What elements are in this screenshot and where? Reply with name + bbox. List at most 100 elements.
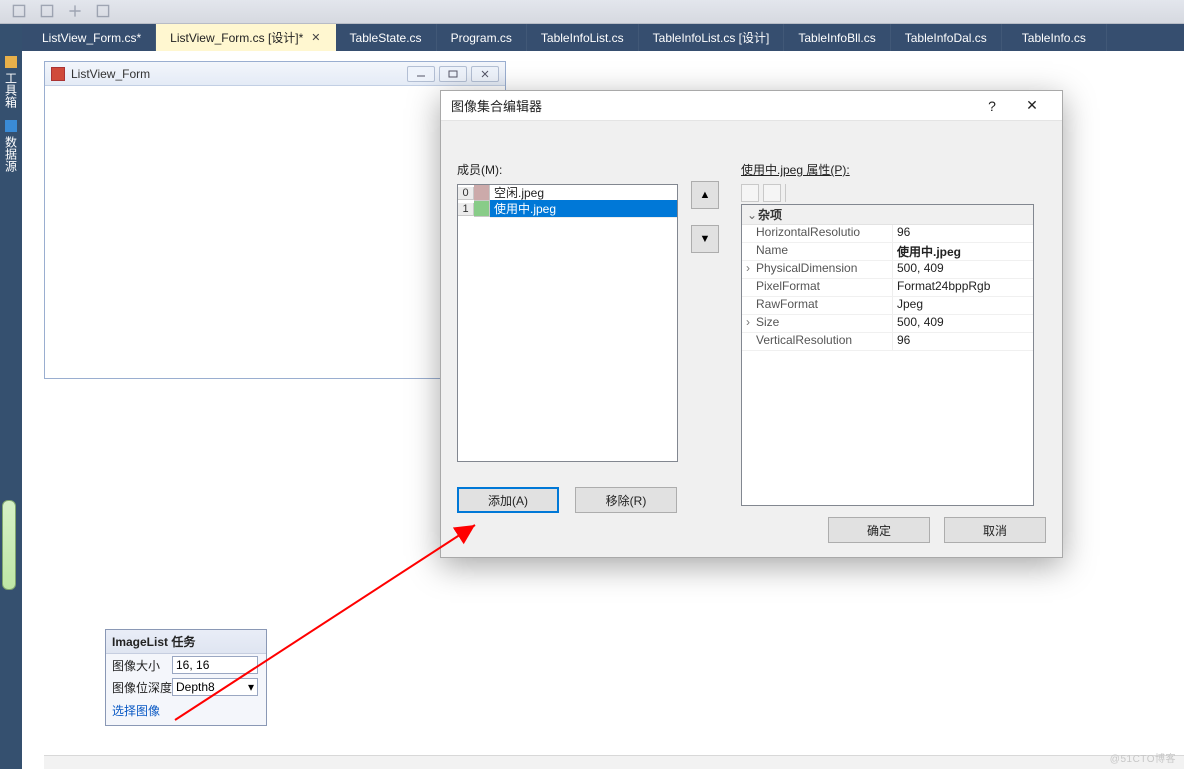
expand-icon (742, 333, 754, 350)
tool-icon (96, 4, 110, 18)
property-name: PixelFormat (754, 279, 892, 296)
add-button[interactable]: 添加(A) (457, 487, 559, 513)
button-label: 确定 (867, 522, 891, 539)
member-thumb-icon (474, 201, 490, 217)
combo-value: Depth8 (176, 680, 215, 694)
property-value[interactable]: 500, 409 (892, 261, 1033, 278)
members-panel: 成员(M): 0 空闲.jpeg 1 使用中.jpeg (457, 161, 678, 462)
chevron-up-icon: ▲ (700, 189, 711, 201)
members-label: 成员(M): (457, 161, 678, 178)
property-row[interactable]: ›Size500, 409 (742, 315, 1033, 333)
property-name: HorizontalResolutio (754, 225, 892, 242)
tool-icon (12, 4, 26, 18)
tab-tableinfobll[interactable]: TableInfoBll.cs (784, 24, 890, 51)
datasource-tab[interactable]: 数据源 (3, 116, 20, 176)
minimize-icon (416, 70, 426, 78)
reorder-column: ▲ ▼ (691, 181, 719, 253)
toolbox-tab[interactable]: 工具箱 (3, 52, 20, 112)
member-index: 1 (458, 203, 474, 216)
expand-icon[interactable]: › (742, 261, 754, 278)
tab-label: TableInfoList.cs (541, 31, 624, 45)
property-row[interactable]: RawFormatJpeg (742, 297, 1033, 315)
button-label: 添加(A) (488, 492, 528, 509)
form-designer-window[interactable]: ListView_Form (44, 61, 506, 379)
member-item[interactable]: 0 空闲.jpeg (458, 185, 677, 201)
tab-tableinfo[interactable]: TableInfo.cs (1002, 24, 1107, 51)
rail-label: 数据源 (3, 136, 20, 172)
dialog-titlebar[interactable]: 图像集合编辑器 ? ✕ (441, 91, 1062, 121)
button-label: 移除(R) (606, 492, 647, 509)
help-button[interactable]: ? (972, 91, 1012, 121)
property-value[interactable]: Jpeg (892, 297, 1033, 314)
tool-icon (68, 4, 82, 18)
property-grid[interactable]: ⌄杂项 HorizontalResolutio96 Name使用中.jpeg ›… (741, 204, 1034, 506)
propgrid-sep-icon (785, 184, 786, 202)
property-value[interactable]: 500, 409 (892, 315, 1033, 332)
close-icon[interactable]: ✕ (311, 31, 320, 44)
tab-tableinfolist[interactable]: TableInfoList.cs (527, 24, 639, 51)
link-label: 选择图像 (112, 704, 160, 718)
expand-icon (742, 297, 754, 314)
expand-icon (742, 243, 754, 260)
dialog-close-button[interactable]: ✕ (1012, 91, 1052, 121)
member-thumb-icon (474, 185, 490, 201)
toolbox-icon (5, 56, 17, 68)
ok-button[interactable]: 确定 (828, 517, 930, 543)
close-button[interactable] (471, 66, 499, 82)
tab-label: TableInfoDal.cs (905, 31, 987, 45)
property-row[interactable]: Name使用中.jpeg (742, 243, 1033, 261)
datasource-icon (5, 120, 17, 132)
move-down-button[interactable]: ▼ (691, 225, 719, 253)
imagelist-tasks-panel: ImageList 任务 图像大小 图像位深度 Depth8▾ 选择图像 (105, 629, 267, 726)
expand-icon (742, 279, 754, 296)
member-index: 0 (458, 187, 474, 200)
tab-program[interactable]: Program.cs (437, 24, 527, 51)
properties-label: 使用中.jpeg 属性(P): (741, 161, 1034, 178)
dialog-title: 图像集合编辑器 (451, 96, 542, 115)
expand-icon (742, 225, 754, 242)
maximize-button[interactable] (439, 66, 467, 82)
categorized-icon[interactable] (741, 184, 759, 202)
property-row[interactable]: VerticalResolution96 (742, 333, 1033, 351)
alphabetical-icon[interactable] (763, 184, 781, 202)
property-value[interactable]: 使用中.jpeg (892, 243, 1033, 260)
chevron-down-icon: ▼ (700, 233, 711, 245)
remove-button[interactable]: 移除(R) (575, 487, 677, 513)
property-value[interactable]: 96 (892, 225, 1033, 242)
property-value[interactable]: 96 (892, 333, 1033, 350)
ide-toolbar (0, 0, 1184, 24)
member-item[interactable]: 1 使用中.jpeg (458, 201, 677, 217)
form-icon (51, 67, 65, 81)
tab-label: Program.cs (451, 31, 512, 45)
smarttag-row-size: 图像大小 (106, 654, 266, 676)
tab-tablestate[interactable]: TableState.cs (336, 24, 437, 51)
cancel-button[interactable]: 取消 (944, 517, 1046, 543)
collapse-icon[interactable]: ⌄ (746, 208, 758, 222)
property-category[interactable]: ⌄杂项 (742, 205, 1033, 225)
tab-tableinfolist-design[interactable]: TableInfoList.cs [设计] (639, 24, 785, 51)
category-label: 杂项 (758, 206, 782, 223)
choose-images-link[interactable]: 选择图像 (106, 698, 266, 725)
tab-listview-code[interactable]: ListView_Form.cs* (28, 24, 156, 51)
build-indicator (2, 500, 16, 590)
property-name: PhysicalDimension (754, 261, 892, 278)
property-row[interactable]: ›PhysicalDimension500, 409 (742, 261, 1033, 279)
property-name: Size (754, 315, 892, 332)
color-depth-combo[interactable]: Depth8▾ (172, 678, 258, 696)
property-value[interactable]: Format24bppRgb (892, 279, 1033, 296)
property-name: RawFormat (754, 297, 892, 314)
property-row[interactable]: PixelFormatFormat24bppRgb (742, 279, 1033, 297)
minimize-button[interactable] (407, 66, 435, 82)
form-titlebar: ListView_Form (45, 62, 505, 86)
tab-label: TableInfo.cs (1022, 31, 1086, 45)
form-client-area[interactable] (45, 86, 505, 378)
move-up-button[interactable]: ▲ (691, 181, 719, 209)
image-size-input[interactable] (172, 656, 258, 674)
h-scrollbar[interactable] (44, 755, 1184, 769)
property-row[interactable]: HorizontalResolutio96 (742, 225, 1033, 243)
members-listbox[interactable]: 0 空闲.jpeg 1 使用中.jpeg (457, 184, 678, 462)
expand-icon[interactable]: › (742, 315, 754, 332)
tab-listview-design[interactable]: ListView_Form.cs [设计]* ✕ (156, 24, 335, 51)
tab-label: ListView_Form.cs [设计]* (170, 29, 303, 46)
tab-tableinfodal[interactable]: TableInfoDal.cs (891, 24, 1002, 51)
